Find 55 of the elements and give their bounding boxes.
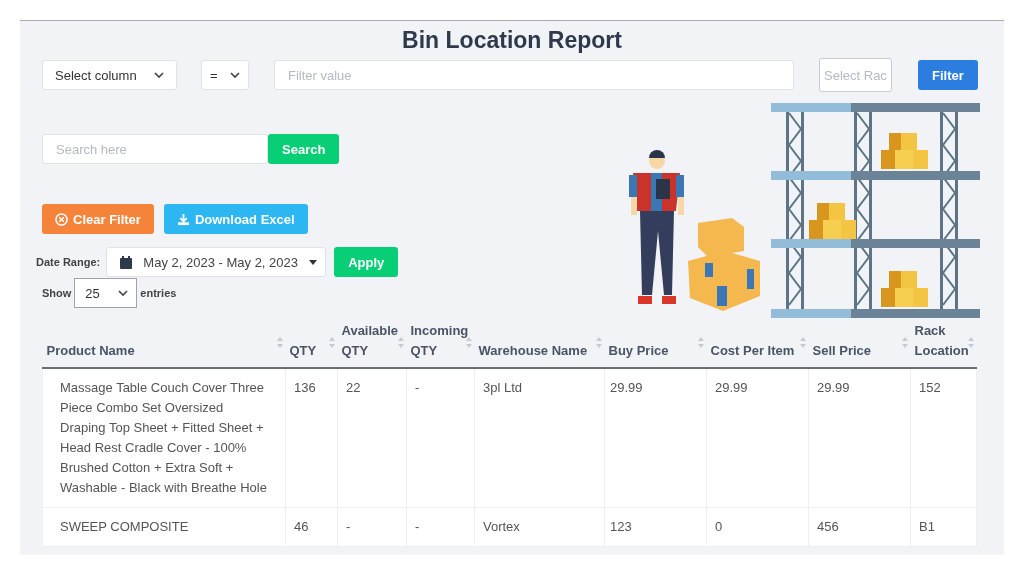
sort-icon bbox=[967, 337, 974, 348]
sort-icon bbox=[397, 337, 404, 348]
entries-label: entries bbox=[140, 287, 177, 299]
column-header[interactable]: Sell Price bbox=[812, 341, 907, 361]
table-cell: - bbox=[415, 519, 420, 534]
table-cell: 46 bbox=[294, 519, 309, 534]
filter-value-field[interactable]: Filter value bbox=[274, 60, 794, 90]
sort-icon bbox=[799, 337, 806, 348]
table-cell: - bbox=[415, 380, 420, 395]
table-cell: B1 bbox=[919, 519, 935, 534]
chevron-down-icon bbox=[230, 71, 240, 79]
table-cell: 29.99 bbox=[715, 380, 748, 395]
search-field[interactable]: Search here bbox=[42, 134, 268, 164]
table-cell: 29.99 bbox=[610, 380, 643, 395]
table-cell: 3pl Ltd bbox=[483, 380, 523, 395]
table-cell: Massage Table Couch Cover Three Piece Combo Set Oversized Draping Top Sheet + Fitted Sheet + Head Rest Cradle Cover - 100% Brushed Cotton + Extra Soft + Washable - Black with Breathe Hole bbox=[60, 380, 267, 495]
filter-button[interactable]: Filter bbox=[918, 60, 978, 90]
table-cell: 0 bbox=[715, 519, 723, 534]
column-header[interactable]: Warehouse Name bbox=[478, 341, 601, 361]
date-range-picker[interactable]: May 2, 2023 - May 2, 2023 bbox=[106, 247, 327, 277]
table-cell: Vortex bbox=[483, 519, 520, 534]
table-cell: 22 bbox=[346, 380, 361, 395]
sort-icon bbox=[328, 337, 335, 348]
column-header[interactable]: Product Name bbox=[46, 341, 282, 361]
table-cell: SWEEP COMPOSITE bbox=[60, 519, 189, 534]
chevron-down-icon bbox=[118, 289, 129, 297]
column-header[interactable]: Incoming QTY bbox=[410, 321, 471, 361]
table-cell: 152 bbox=[919, 380, 941, 395]
operator-select[interactable]: = bbox=[201, 60, 249, 90]
sort-icon bbox=[595, 337, 602, 348]
chevron-down-icon bbox=[154, 71, 164, 79]
table-cell: 456 bbox=[817, 519, 839, 534]
sort-icon bbox=[901, 337, 908, 348]
caret-icon bbox=[309, 259, 318, 265]
column-header[interactable]: Rack Location bbox=[914, 321, 973, 361]
date-range-label: Date Range: bbox=[36, 256, 101, 268]
show-label: Show bbox=[42, 287, 72, 299]
table-cell: 136 bbox=[294, 380, 316, 395]
entries-select[interactable]: 25 bbox=[74, 278, 138, 308]
sort-icon bbox=[276, 337, 283, 348]
sort-icon bbox=[697, 337, 704, 348]
column-header[interactable]: Buy Price bbox=[608, 341, 703, 361]
column-header[interactable]: Cost Per Item bbox=[710, 341, 805, 361]
table-cell: - bbox=[346, 519, 351, 534]
close-circle-icon bbox=[55, 212, 68, 226]
calendar-icon bbox=[120, 255, 133, 269]
column-select[interactable]: Select column bbox=[42, 60, 177, 90]
table-cell: 29.99 bbox=[817, 380, 850, 395]
sort-icon bbox=[465, 337, 472, 348]
column-header[interactable]: Available QTY bbox=[341, 321, 403, 361]
table-cell: 123 bbox=[610, 519, 632, 534]
download-icon bbox=[176, 212, 190, 226]
page-title: Bin Location Report bbox=[402, 27, 622, 54]
rack-field[interactable]: Select Rac bbox=[819, 58, 892, 92]
column-header[interactable]: QTY bbox=[289, 341, 334, 361]
